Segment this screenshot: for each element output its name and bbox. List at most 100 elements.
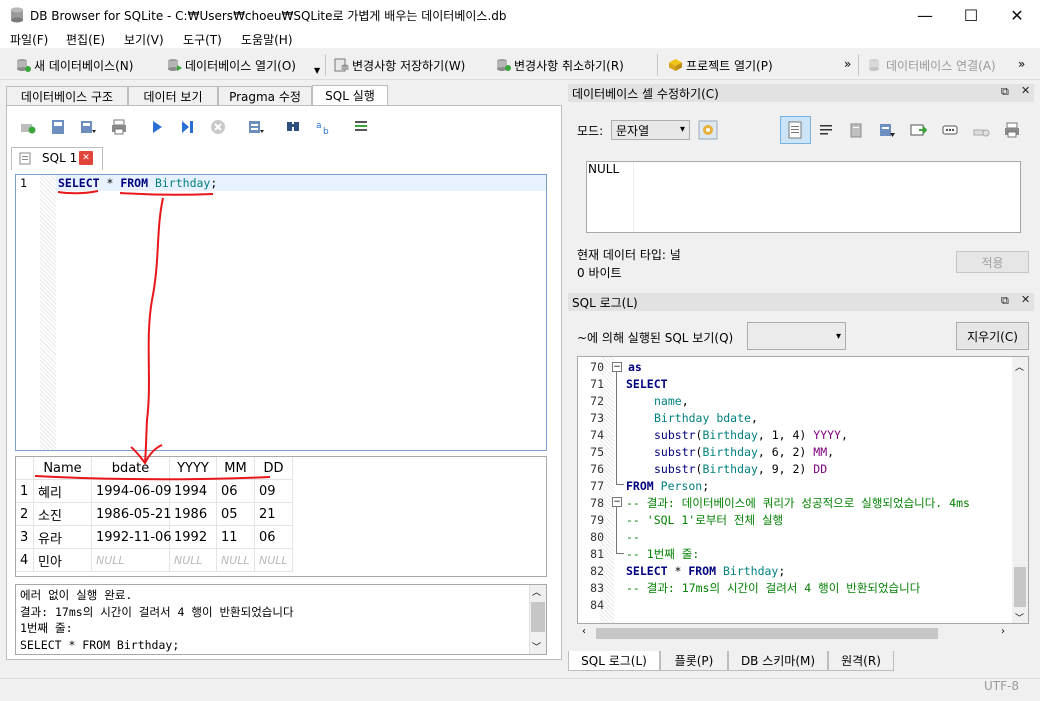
scroll-up-icon[interactable]: ︿ — [1015, 360, 1024, 373]
find-replace-icon[interactable]: ab — [314, 118, 332, 136]
open-tab-icon[interactable] — [19, 118, 37, 136]
float-dock-icon[interactable]: ⧉ — [1001, 294, 1009, 308]
grid-cell[interactable]: 민아 — [34, 549, 92, 572]
open-sql-file-icon[interactable] — [49, 118, 67, 136]
find-text-icon[interactable] — [284, 118, 302, 136]
attach-database-label: 데이터베이스 연결(A) — [886, 58, 996, 73]
grid-cell[interactable]: NULL — [255, 549, 293, 572]
fold-collapse-icon[interactable]: − — [612, 362, 622, 372]
grid-cell[interactable]: NULL — [217, 549, 255, 572]
grid-cell[interactable]: NULL — [92, 549, 170, 572]
export-file-icon[interactable] — [878, 121, 896, 139]
grid-cell[interactable]: 소진 — [34, 503, 92, 526]
save-results-icon[interactable] — [247, 118, 265, 136]
menu-help[interactable]: 도움말(H) — [241, 31, 293, 48]
grid-cell[interactable]: 09 — [255, 480, 293, 503]
row-header[interactable]: 4 — [16, 549, 34, 572]
scroll-up-icon[interactable]: ︿ — [532, 585, 541, 598]
close-dock-icon[interactable]: ✕ — [1021, 84, 1030, 97]
maximize-button[interactable]: ☐ — [948, 0, 994, 30]
grid-cell[interactable]: 1994-06-09 — [92, 480, 172, 503]
scroll-down-icon[interactable]: ﹀ — [532, 640, 541, 653]
grid-cell[interactable]: 21 — [255, 503, 293, 526]
grid-cell[interactable]: NULL — [170, 549, 217, 572]
grid-cell[interactable]: 05 — [217, 503, 255, 526]
tab-plot[interactable]: 플롯(P) — [660, 651, 728, 671]
grid-cell[interactable]: 1992 — [170, 526, 217, 549]
grid-cell[interactable]: 1986-05-21 — [92, 503, 172, 526]
new-database-button[interactable]: 새 데이터베이스(N) — [16, 55, 133, 75]
word-wrap-icon[interactable] — [818, 122, 834, 138]
close-button[interactable]: ✕ — [994, 0, 1040, 30]
scrollbar-thumb[interactable] — [531, 602, 545, 632]
save-sql-file-icon[interactable] — [79, 118, 97, 136]
toggle-icon[interactable] — [972, 122, 990, 140]
column-header-dd[interactable]: DD — [255, 457, 293, 480]
scroll-left-icon[interactable]: ‹ — [582, 626, 586, 637]
menu-file[interactable]: 파일(F) — [10, 31, 48, 48]
scrollbar-thumb[interactable] — [1014, 567, 1026, 607]
open-project-button[interactable]: 프로젝트 열기(P) — [668, 55, 773, 75]
grid-cell[interactable]: 11 — [217, 526, 255, 549]
tab-execute-sql[interactable]: SQL 실행 — [312, 85, 388, 105]
grid-cell[interactable]: 1992-11-06 — [92, 526, 172, 549]
open-database-dropdown-icon[interactable]: ▼ — [314, 66, 320, 75]
column-header-mm[interactable]: MM — [217, 457, 255, 480]
grid-cell[interactable]: 1994 — [170, 480, 217, 503]
execute-all-icon[interactable] — [148, 118, 166, 136]
toolbar-overflow-icon-2[interactable]: » — [1018, 57, 1025, 71]
auto-switch-mode-icon[interactable] — [698, 120, 718, 140]
scroll-right-icon[interactable]: › — [1001, 626, 1005, 637]
tab-database-structure[interactable]: 데이터베이스 구조 — [6, 86, 128, 105]
tab-edit-pragmas[interactable]: Pragma 수정 — [218, 86, 312, 105]
close-dock-icon[interactable]: ✕ — [1021, 293, 1030, 306]
attach-database-button[interactable]: 데이터베이스 연결(A) — [868, 55, 996, 75]
minimize-button[interactable]: — — [902, 0, 948, 30]
toolbar-separator — [858, 54, 859, 76]
toolbar-overflow-icon[interactable]: » — [844, 57, 851, 71]
grid-cell[interactable]: 06 — [255, 526, 293, 549]
corner-cell[interactable] — [16, 457, 34, 480]
comment-lines-icon[interactable] — [352, 118, 370, 136]
grid-cell[interactable]: 유라 — [34, 526, 92, 549]
row-header[interactable]: 1 — [16, 480, 34, 503]
write-changes-button[interactable]: 변경사항 저장하기(W) — [334, 55, 465, 75]
submitted-by-select[interactable]: ▾ — [747, 322, 846, 350]
import-file-icon[interactable] — [848, 121, 866, 139]
scrollbar-thumb[interactable] — [596, 628, 938, 639]
sql-editor[interactable] — [15, 174, 547, 451]
tab-db-schema[interactable]: DB 스키마(M) — [728, 651, 828, 671]
row-header[interactable]: 3 — [16, 526, 34, 549]
mode-select[interactable]: 문자열 ▾ — [611, 120, 690, 140]
stop-execution-icon[interactable] — [209, 118, 227, 136]
clear-log-button[interactable]: 지우기(C) — [956, 322, 1029, 350]
fold-collapse-icon[interactable]: − — [612, 497, 622, 507]
scroll-down-icon[interactable]: ﹀ — [1015, 611, 1024, 624]
print-icon[interactable] — [110, 118, 128, 136]
grid-cell[interactable]: 혜리 — [34, 480, 92, 503]
close-tab-icon[interactable]: ✕ — [79, 151, 93, 165]
eval-icon[interactable] — [941, 121, 959, 139]
tab-sql-log[interactable]: SQL 로그(L) — [568, 651, 660, 671]
menu-tools[interactable]: 도구(T) — [183, 31, 222, 48]
log-line: 76 substr(Birthday, 9, 2) DD — [578, 460, 827, 477]
row-header[interactable]: 2 — [16, 503, 34, 526]
menu-view[interactable]: 보기(V) — [124, 31, 164, 48]
apply-button[interactable]: 적용 — [956, 251, 1029, 273]
cell-value-editor[interactable] — [586, 161, 1021, 233]
column-header-name[interactable]: Name — [34, 457, 92, 480]
execute-current-line-icon[interactable] — [178, 118, 196, 136]
set-as-null-icon[interactable] — [909, 121, 927, 139]
open-database-button[interactable]: 데이터베이스 열기(O) — [167, 55, 296, 75]
print-cell-icon[interactable] — [1003, 121, 1021, 139]
revert-changes-button[interactable]: 변경사항 취소하기(R) — [496, 55, 624, 75]
tab-browse-data[interactable]: 데이터 보기 — [128, 86, 218, 105]
grid-cell[interactable]: 06 — [217, 480, 255, 503]
menu-edit[interactable]: 편집(E) — [66, 31, 105, 48]
column-header-bdate[interactable]: bdate — [92, 457, 170, 480]
float-dock-icon[interactable]: ⧉ — [1001, 85, 1009, 99]
text-document-icon — [788, 121, 802, 139]
column-header-yyyy[interactable]: YYYY — [170, 457, 217, 480]
tab-remote[interactable]: 원격(R) — [828, 651, 894, 671]
grid-cell[interactable]: 1986 — [170, 503, 217, 526]
